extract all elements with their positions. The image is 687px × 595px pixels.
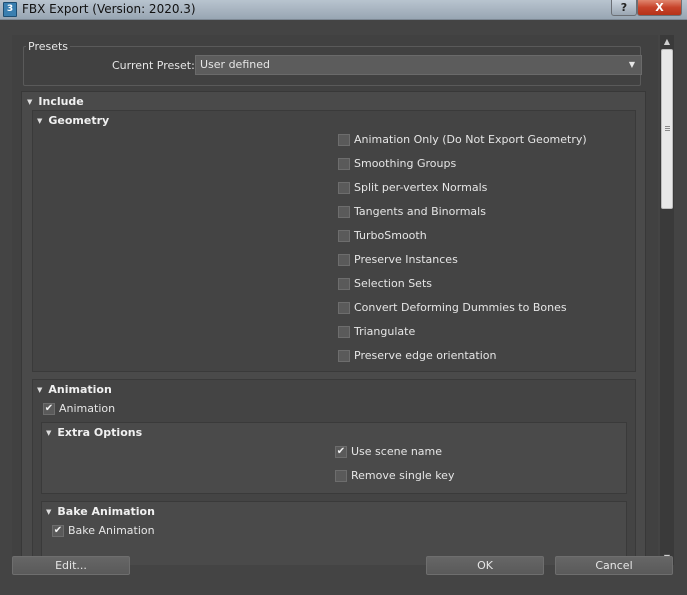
- collapse-triangle-icon: ▼: [27, 98, 33, 106]
- extra-options-rollout-header[interactable]: ▼ Extra Options: [46, 426, 142, 439]
- option-checkbox[interactable]: [338, 278, 350, 290]
- scrollbar-thumb[interactable]: [661, 49, 673, 209]
- option-checkbox-label: Preserve edge orientation: [354, 349, 497, 362]
- option-checkbox-label: Remove single key: [351, 469, 455, 482]
- grip-line: [665, 128, 670, 129]
- animation-checkbox[interactable]: ✔: [43, 403, 55, 415]
- collapse-triangle-icon: ▼: [46, 508, 52, 516]
- option-checkbox[interactable]: [338, 230, 350, 242]
- animation-rollout-title: Animation: [48, 383, 112, 396]
- option-checkbox[interactable]: [338, 350, 350, 362]
- grip-line: [665, 126, 670, 127]
- bake-animation-rollout-header[interactable]: ▼ Bake Animation: [46, 505, 155, 518]
- title-bar[interactable]: 3 FBX Export (Version: 2020.3) ? X: [0, 0, 687, 20]
- options-scroll-view: Presets Current Preset: User defined ▼ ▼…: [12, 35, 658, 565]
- geometry-rollout-header[interactable]: ▼ Geometry: [37, 114, 109, 127]
- animation-checkbox-label: Animation: [59, 402, 116, 415]
- geometry-rollout: ▼ Geometry Animation Only (Do Not Export …: [32, 110, 636, 372]
- option-checkbox-label: Convert Deforming Dummies to Bones: [354, 301, 567, 314]
- option-checkbox[interactable]: [338, 182, 350, 194]
- extra-options-rollout: ▼ Extra Options ✔ Use scene name Remove sin…: [41, 422, 627, 494]
- bake-animation-rollout-title: Bake Animation: [57, 505, 155, 518]
- edit-button[interactable]: Edit...: [12, 556, 130, 575]
- chevron-down-icon: ▼: [628, 60, 635, 69]
- animation-rollout-header[interactable]: ▼ Animation: [37, 383, 112, 396]
- ok-button[interactable]: OK: [426, 556, 544, 575]
- option-checkbox-label: Triangulate: [354, 325, 416, 338]
- option-checkbox[interactable]: [338, 326, 350, 338]
- current-preset-label: Current Preset:: [112, 59, 195, 72]
- bake-animation-checkbox-label: Bake Animation: [68, 524, 155, 537]
- option-checkbox[interactable]: ✔: [335, 446, 347, 458]
- collapse-triangle-icon: ▼: [46, 429, 52, 437]
- current-preset-value: User defined: [200, 58, 270, 71]
- presets-group-label: Presets: [26, 40, 71, 53]
- include-rollout-header[interactable]: ▼ Include: [27, 95, 84, 108]
- vertical-scrollbar[interactable]: ▲ ▼: [660, 35, 674, 565]
- option-checkbox[interactable]: [335, 470, 347, 482]
- scroll-up-arrow-icon[interactable]: ▲: [660, 35, 674, 49]
- option-checkbox-label: Tangents and Binormals: [354, 205, 486, 218]
- option-checkbox-label: Selection Sets: [354, 277, 432, 290]
- app-icon: 3: [3, 2, 17, 17]
- option-checkbox-label: Use scene name: [351, 445, 443, 458]
- help-button[interactable]: ?: [611, 0, 637, 16]
- option-checkbox[interactable]: [338, 302, 350, 314]
- option-checkbox[interactable]: [338, 158, 350, 170]
- animation-rollout: ▼ Animation ✔ Animation ▼ Extra Options ✔ U…: [32, 379, 636, 565]
- option-checkbox-label: Smoothing Groups: [354, 157, 457, 170]
- extra-options-rollout-title: Extra Options: [57, 426, 143, 439]
- collapse-triangle-icon: ▼: [37, 117, 43, 125]
- cancel-button[interactable]: Cancel: [555, 556, 673, 575]
- option-checkbox-label: Animation Only (Do Not Export Geometry): [354, 133, 587, 146]
- option-checkbox[interactable]: [338, 254, 350, 266]
- bake-animation-checkbox[interactable]: ✔: [52, 525, 64, 537]
- option-checkbox-label: Split per-vertex Normals: [354, 181, 488, 194]
- include-rollout-title: Include: [38, 95, 84, 108]
- option-checkbox-label: TurboSmooth: [354, 229, 427, 242]
- grip-line: [665, 130, 670, 131]
- option-checkbox[interactable]: [338, 206, 350, 218]
- current-preset-dropdown[interactable]: User defined ▼: [195, 55, 642, 75]
- include-rollout: ▼ Include ▼ Geometry Animation Only (Do No…: [21, 91, 646, 565]
- close-button[interactable]: X: [637, 0, 682, 16]
- option-checkbox-label: Preserve Instances: [354, 253, 458, 266]
- window-title: FBX Export (Version: 2020.3): [22, 2, 196, 16]
- presets-group: Presets Current Preset: User defined ▼: [23, 40, 642, 86]
- geometry-rollout-title: Geometry: [48, 114, 110, 127]
- option-checkbox[interactable]: [338, 134, 350, 146]
- collapse-triangle-icon: ▼: [37, 386, 43, 394]
- dialog-client-area: Presets Current Preset: User defined ▼ ▼…: [0, 21, 687, 595]
